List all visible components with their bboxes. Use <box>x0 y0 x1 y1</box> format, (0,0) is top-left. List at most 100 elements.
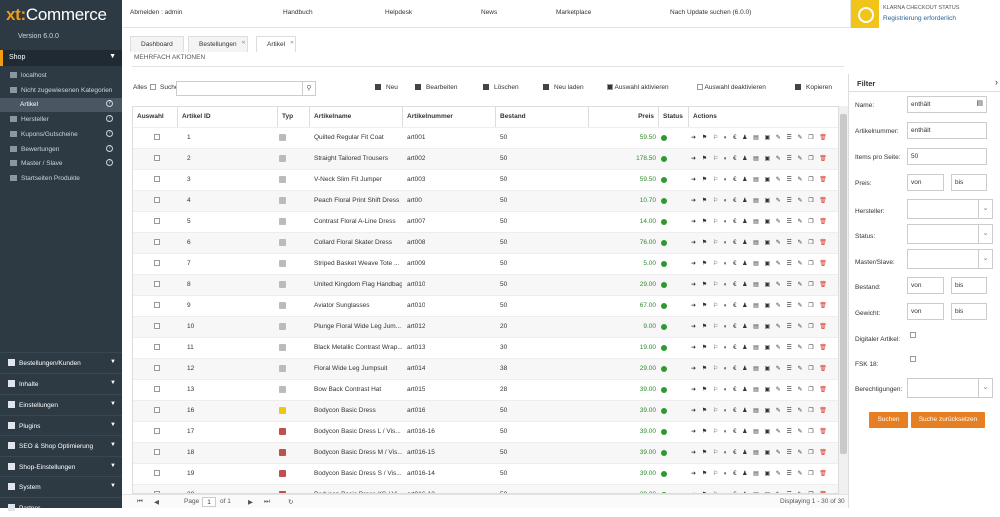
row-select-checkbox[interactable] <box>154 260 160 266</box>
status-active-icon[interactable] <box>661 240 667 246</box>
filter-gewicht-to[interactable]: bis <box>951 303 987 320</box>
delete-icon[interactable]: 🗑 <box>819 429 829 435</box>
status-active-icon[interactable] <box>661 429 667 435</box>
filter-header[interactable]: Filter › <box>849 74 1000 92</box>
sidebar-section-plugins[interactable]: Plugins ▼ <box>0 415 122 435</box>
delete-icon[interactable]: 🗑 <box>819 408 829 414</box>
filter-gewicht-from[interactable]: von <box>907 303 944 320</box>
col-header-preis[interactable]: Preis <box>589 107 659 127</box>
filter-status-select[interactable]: ⌄ <box>907 224 993 244</box>
row-actions[interactable]: ➜ ⚑ ⚐ ◐ € ♟ ▤ ▣ ✎ ☰ ✎ ❐ 🗑 <box>691 281 829 288</box>
last-page-icon[interactable]: ⏭ <box>264 498 270 506</box>
table-row[interactable]: 6 Collard Floral Skater Dress art008 50 76.0… <box>133 232 838 253</box>
delete-icon[interactable]: 🗑 <box>819 450 829 456</box>
refresh-icon[interactable]: ↻ <box>288 498 293 506</box>
nav-handbuch[interactable]: Handbuch <box>283 9 313 16</box>
table-row[interactable]: 8 United Kingdom Flag Handbag art010 50 29.0… <box>133 274 838 295</box>
row-actions[interactable]: ➜ ⚑ ⚐ ◐ € ♟ ▤ ▣ ✎ ☰ ✎ ❐ 🗑 <box>691 428 829 435</box>
filter-search-button[interactable]: Suchen <box>869 412 908 428</box>
delete-icon[interactable]: 🗑 <box>819 156 829 162</box>
sidebar-item-coupons[interactable]: Kupons/Gutscheine? <box>0 128 122 142</box>
row-actions[interactable]: ➜ ⚑ ⚐ ◐ € ♟ ▤ ▣ ✎ ☰ ✎ ❐ 🗑 <box>691 155 829 162</box>
table-row[interactable]: 2 Straight Tailored Trousers art002 50 178.5… <box>133 148 838 169</box>
row-select-checkbox[interactable] <box>154 386 160 392</box>
table-row[interactable]: 10 Plunge Floral Wide Leg Jum... art012 20 9… <box>133 316 838 337</box>
status-active-icon[interactable] <box>661 345 667 351</box>
status-active-icon[interactable] <box>661 177 667 183</box>
col-header-artnr[interactable]: Artikelnummer <box>403 107 496 127</box>
delete-icon[interactable]: 🗑 <box>819 471 829 477</box>
status-active-icon[interactable] <box>661 135 667 141</box>
sidebar-section-shop-settings[interactable]: Shop-Einstellungen ▼ <box>0 456 122 476</box>
search-input[interactable]: ⚲ <box>176 81 316 96</box>
delete-icon[interactable]: 🗑 <box>819 282 829 288</box>
row-actions[interactable]: ➜ ⚑ ⚐ ◐ € ♟ ▤ ▣ ✎ ☰ ✎ ❐ 🗑 <box>691 323 829 330</box>
filter-bestand-to[interactable]: bis <box>951 277 987 294</box>
reload-button[interactable]: Neu laden <box>543 84 584 91</box>
tab-dashboard[interactable]: Dashboard <box>130 36 184 52</box>
row-actions[interactable]: ➜ ⚑ ⚐ ◐ € ♟ ▤ ▣ ✎ ☰ ✎ ❐ 🗑 <box>691 302 829 309</box>
document-icon[interactable]: ▤ <box>976 99 983 107</box>
status-active-icon[interactable] <box>661 450 667 456</box>
delete-icon[interactable]: 🗑 <box>819 324 829 330</box>
status-active-icon[interactable] <box>661 387 667 393</box>
table-row[interactable]: 4 Peach Floral Print Shift Dress art00 50 10… <box>133 190 838 211</box>
row-select-checkbox[interactable] <box>154 155 160 161</box>
delete-icon[interactable]: 🗑 <box>819 240 829 246</box>
filter-fsk-checkbox[interactable] <box>910 356 916 362</box>
row-select-checkbox[interactable] <box>154 428 160 434</box>
table-row[interactable]: 3 V-Neck Slim Fit Jumper art003 50 59.50 ➜ ⚑ … <box>133 169 838 190</box>
table-row[interactable]: 16 Bodycon Basic Dress art016 50 39.00 ➜ ⚑ ⚐ … <box>133 400 838 421</box>
deactivate-selection-button[interactable]: Auswahl deaktivieren <box>697 84 766 91</box>
first-page-icon[interactable]: ⏮ <box>137 498 143 506</box>
col-header-typ[interactable]: Typ <box>278 107 310 127</box>
row-select-checkbox[interactable] <box>154 176 160 182</box>
help-icon[interactable]: ? <box>106 115 113 122</box>
status-active-icon[interactable] <box>661 324 667 330</box>
filter-hersteller-select[interactable]: ⌄ <box>907 199 993 219</box>
delete-button[interactable]: Löschen <box>483 84 519 91</box>
help-icon[interactable]: ? <box>106 159 113 166</box>
delete-icon[interactable]: 🗑 <box>819 219 829 225</box>
status-active-icon[interactable] <box>661 156 667 162</box>
new-button[interactable]: Neu <box>375 84 398 91</box>
delete-icon[interactable]: 🗑 <box>819 198 829 204</box>
scrollbar-thumb[interactable] <box>840 114 847 454</box>
row-select-checkbox[interactable] <box>154 302 160 308</box>
sidebar-item-reviews[interactable]: Bewertungen? <box>0 143 122 157</box>
tab-artikel[interactable]: Artikel ✕ <box>256 36 297 52</box>
row-actions[interactable]: ➜ ⚑ ⚐ ◐ € ♟ ▤ ▣ ✎ ☰ ✎ ❐ 🗑 <box>691 365 829 372</box>
nav-check-update[interactable]: Nach Update suchen (6.0.0) <box>670 9 751 16</box>
sidebar-section-partner[interactable]: Partner <box>0 497 122 517</box>
table-row[interactable]: 13 Bow Back Contrast Hat art015 28 39.00 ➜ ⚑ … <box>133 379 838 400</box>
table-row[interactable]: 12 Floral Wide Leg Jumpsuit art014 38 29.00 ➜… <box>133 358 838 379</box>
sidebar-section-settings[interactable]: Einstellungen ▼ <box>0 394 122 414</box>
select-all-checkbox[interactable] <box>150 84 156 91</box>
sidebar-item-startpage-products[interactable]: Startseiten Produkte <box>0 172 122 186</box>
status-active-icon[interactable] <box>661 303 667 309</box>
filter-per-page-input[interactable]: 50 <box>907 148 987 165</box>
table-row[interactable]: 11 Black Metallic Contrast Wrap... art013 3… <box>133 337 838 358</box>
delete-icon[interactable]: 🗑 <box>819 303 829 309</box>
row-actions[interactable]: ➜ ⚑ ⚐ ◐ € ♟ ▤ ▣ ✎ ☰ ✎ ❐ 🗑 <box>691 344 829 351</box>
row-select-checkbox[interactable] <box>154 323 160 329</box>
chevron-right-icon[interactable]: › <box>995 77 998 87</box>
sidebar-item-unassigned-categories[interactable]: Nicht zugewiesenen Kategorien <box>0 84 122 98</box>
table-row[interactable]: 5 Contrast Floral A-Line Dress art007 50 14.… <box>133 211 838 232</box>
sidebar-item-localhost[interactable]: localhost <box>0 69 122 83</box>
sidebar-section-system[interactable]: System ▼ <box>0 476 122 496</box>
filter-digital-checkbox[interactable] <box>910 332 916 338</box>
sidebar-item-master-slave[interactable]: Master / Slave? <box>0 157 122 171</box>
sidebar-section-content[interactable]: Inhalte ▼ <box>0 373 122 393</box>
row-select-checkbox[interactable] <box>154 470 160 476</box>
help-icon[interactable]: ? <box>106 145 113 152</box>
tab-bestellungen[interactable]: Bestellungen ✕ <box>188 36 248 52</box>
sidebar-item-artikel[interactable]: Artikel? <box>0 98 122 112</box>
col-header-name[interactable]: Artikelname <box>310 107 403 127</box>
status-active-icon[interactable] <box>661 471 667 477</box>
row-actions[interactable]: ➜ ⚑ ⚐ ◐ € ♟ ▤ ▣ ✎ ☰ ✎ ❐ 🗑 <box>691 176 829 183</box>
row-actions[interactable]: ➜ ⚑ ⚐ ◐ € ♟ ▤ ▣ ✎ ☰ ✎ ❐ 🗑 <box>691 218 829 225</box>
status-active-icon[interactable] <box>661 366 667 372</box>
sidebar-section-shop[interactable]: Shop ▼ <box>0 50 122 66</box>
status-active-icon[interactable] <box>661 261 667 267</box>
